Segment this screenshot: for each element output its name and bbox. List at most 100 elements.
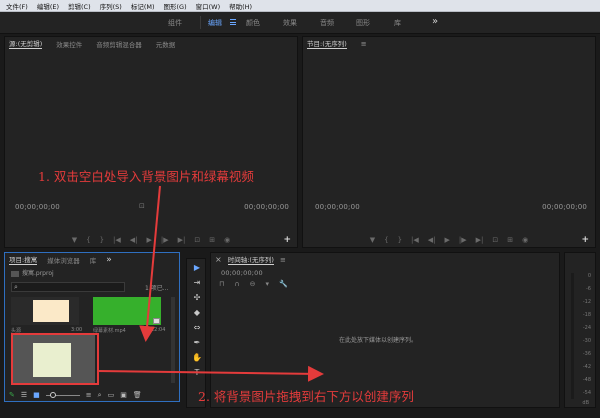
- step-forward-icon[interactable]: |▶: [161, 236, 169, 244]
- mark-in-icon[interactable]: {: [384, 236, 388, 244]
- menu-graphics[interactable]: 图形(G): [164, 1, 187, 11]
- program-menu-icon[interactable]: ≡: [361, 40, 367, 48]
- tab-source[interactable]: 源:(无剪辑): [9, 38, 43, 49]
- menu-markers[interactable]: 标记(M): [131, 1, 155, 11]
- export-frame-icon[interactable]: ◉: [224, 236, 230, 244]
- menu-file[interactable]: 文件(F): [6, 1, 28, 11]
- item-duration-2: 22:04: [151, 327, 166, 333]
- nest-icon[interactable]: ⊓: [219, 280, 224, 288]
- program-transport-controls: ▼ { } |◀ ◀| ▶ |▶ ▶| ⊡ ⊞ ◉: [303, 236, 595, 244]
- go-to-in-icon[interactable]: |◀: [411, 236, 419, 244]
- mark-out-icon[interactable]: }: [100, 236, 104, 244]
- meter-label-5: -30: [582, 338, 591, 344]
- selection-tool-icon[interactable]: ▶: [192, 263, 202, 273]
- timeline-close-icon[interactable]: ×: [215, 255, 222, 264]
- meter-units: dB: [582, 400, 589, 406]
- project-tabbar: 项目:搜寓 媒体浏览器 库 »: [5, 253, 179, 266]
- trash-icon[interactable]: 🗑: [133, 391, 142, 399]
- workspace-tab-graphics[interactable]: 图形: [356, 18, 370, 28]
- timeline-drop-hint: 在此处放下媒体以创建序列。: [339, 337, 418, 344]
- tab-program[interactable]: 节目:(无序列): [307, 38, 347, 49]
- zoom-slider[interactable]: [45, 391, 80, 398]
- project-scrollbar[interactable]: [171, 297, 175, 383]
- workspace-more-icon[interactable]: »: [432, 16, 438, 27]
- track-select-tool-icon[interactable]: ⇥: [192, 278, 202, 288]
- list-view-icon[interactable]: ☰: [21, 391, 27, 399]
- snap-icon[interactable]: ∩: [234, 280, 239, 288]
- workspace-tab-libraries[interactable]: 库: [394, 18, 401, 28]
- timeline-toolbar: ⊓ ∩ ⊖ ▾ 🔧: [219, 280, 288, 288]
- icon-view-icon[interactable]: ■: [33, 391, 40, 399]
- thumbnail-green-screen-video[interactable]: [93, 297, 161, 325]
- lift-icon[interactable]: ⊡: [492, 236, 498, 244]
- cream-image-preview: [33, 300, 69, 322]
- razor-tool-icon[interactable]: ◆: [192, 308, 202, 318]
- meter-label-9: -54: [582, 390, 591, 396]
- meter-bar: [571, 273, 574, 399]
- program-add-button[interactable]: +: [581, 235, 589, 245]
- pencil-icon[interactable]: ✎: [9, 391, 15, 399]
- program-tabbar: 节目:(无序列) ≡: [303, 37, 595, 50]
- workspace-tab-effects[interactable]: 效果: [283, 18, 297, 28]
- tab-audio-clip-mixer[interactable]: 音频剪辑混合器: [96, 39, 142, 49]
- extract-icon[interactable]: ⊞: [507, 236, 513, 244]
- menu-window[interactable]: 窗口(W): [196, 1, 221, 11]
- sort-icon[interactable]: ≡: [86, 391, 92, 399]
- go-to-out-icon[interactable]: ▶|: [476, 236, 484, 244]
- step-back-icon[interactable]: ◀|: [428, 236, 436, 244]
- search-bin-icon[interactable]: ⌕: [98, 391, 102, 400]
- workspace-tab-assembly[interactable]: 组件: [168, 18, 182, 28]
- play-icon[interactable]: ▶: [445, 236, 450, 244]
- settings-wrench-icon[interactable]: 🔧: [279, 280, 288, 288]
- mark-in-icon[interactable]: {: [86, 236, 90, 244]
- ripple-edit-tool-icon[interactable]: ✣: [192, 293, 202, 303]
- hand-tool-icon[interactable]: ✋: [192, 353, 202, 363]
- mark-out-icon[interactable]: }: [398, 236, 402, 244]
- project-search-input[interactable]: ⌕: [11, 282, 125, 292]
- pen-tool-icon[interactable]: ✒: [192, 338, 202, 348]
- menu-bar: 文件(F) 编辑(E) 剪辑(C) 序列(S) 标记(M) 图形(G) 窗口(W…: [0, 0, 600, 12]
- add-marker-icon[interactable]: ▾: [265, 280, 269, 288]
- step-back-icon[interactable]: ◀|: [130, 236, 138, 244]
- tab-timeline[interactable]: 时间轴:(无序列): [227, 254, 274, 265]
- thumbnail-background-image[interactable]: [11, 297, 79, 325]
- tab-metadata[interactable]: 元数据: [156, 39, 176, 49]
- project-file-name: 搜寓.prproj: [22, 270, 54, 277]
- type-tool-icon[interactable]: T: [192, 368, 202, 378]
- export-frame-icon[interactable]: ◉: [522, 236, 528, 244]
- workspace-bar: 组件 编辑 颜色 效果 音频 图形 库 »: [0, 12, 600, 34]
- tab-project[interactable]: 项目:搜寓: [9, 254, 38, 265]
- project-file-row: 搜寓.prproj: [11, 268, 54, 277]
- source-monitor-panel: 源:(无剪辑) 效果控件 音频剪辑混合器 元数据 00;00;00;00 ⊡ 0…: [4, 36, 298, 248]
- timeline-timecode: 00;00;00;00: [221, 269, 263, 277]
- source-add-button[interactable]: +: [283, 235, 291, 245]
- menu-sequence[interactable]: 序列(S): [100, 1, 122, 11]
- overwrite-icon[interactable]: ⊞: [209, 236, 215, 244]
- audio-meter-panel: 0 -6 -12 -18 -24 -30 -36 -42 -48 -54 dB: [564, 252, 596, 408]
- step-forward-icon[interactable]: |▶: [459, 236, 467, 244]
- tab-effect-controls[interactable]: 效果控件: [56, 39, 82, 49]
- menu-edit[interactable]: 编辑(E): [37, 1, 59, 11]
- new-item-icon[interactable]: ▣: [120, 391, 127, 399]
- slip-tool-icon[interactable]: ⇔: [192, 323, 202, 333]
- go-to-out-icon[interactable]: ▶|: [178, 236, 186, 244]
- insert-icon[interactable]: ⊡: [194, 236, 200, 244]
- workspace-tab-editing[interactable]: 编辑: [208, 18, 222, 28]
- go-to-in-icon[interactable]: |◀: [113, 236, 121, 244]
- workspace-menu-icon[interactable]: [230, 19, 236, 25]
- marker-icon[interactable]: ▼: [370, 236, 375, 244]
- source-settings-icon[interactable]: ⊡: [139, 202, 145, 210]
- folder-icon[interactable]: ▭: [108, 391, 115, 399]
- project-more-icon[interactable]: »: [106, 255, 112, 265]
- play-icon[interactable]: ▶: [147, 236, 152, 244]
- menu-help[interactable]: 帮助(H): [229, 1, 252, 11]
- linked-select-icon[interactable]: ⊖: [250, 280, 256, 288]
- workspace-tab-color[interactable]: 颜色: [246, 18, 260, 28]
- meter-label-2: -12: [582, 299, 591, 305]
- marker-icon[interactable]: ▼: [72, 236, 77, 244]
- timeline-menu-icon[interactable]: ≡: [280, 256, 286, 264]
- tab-media-browser[interactable]: 媒体浏览器: [47, 255, 80, 265]
- menu-clip[interactable]: 剪辑(C): [68, 1, 91, 11]
- workspace-tab-audio[interactable]: 音频: [320, 18, 334, 28]
- tab-libraries[interactable]: 库: [90, 255, 97, 265]
